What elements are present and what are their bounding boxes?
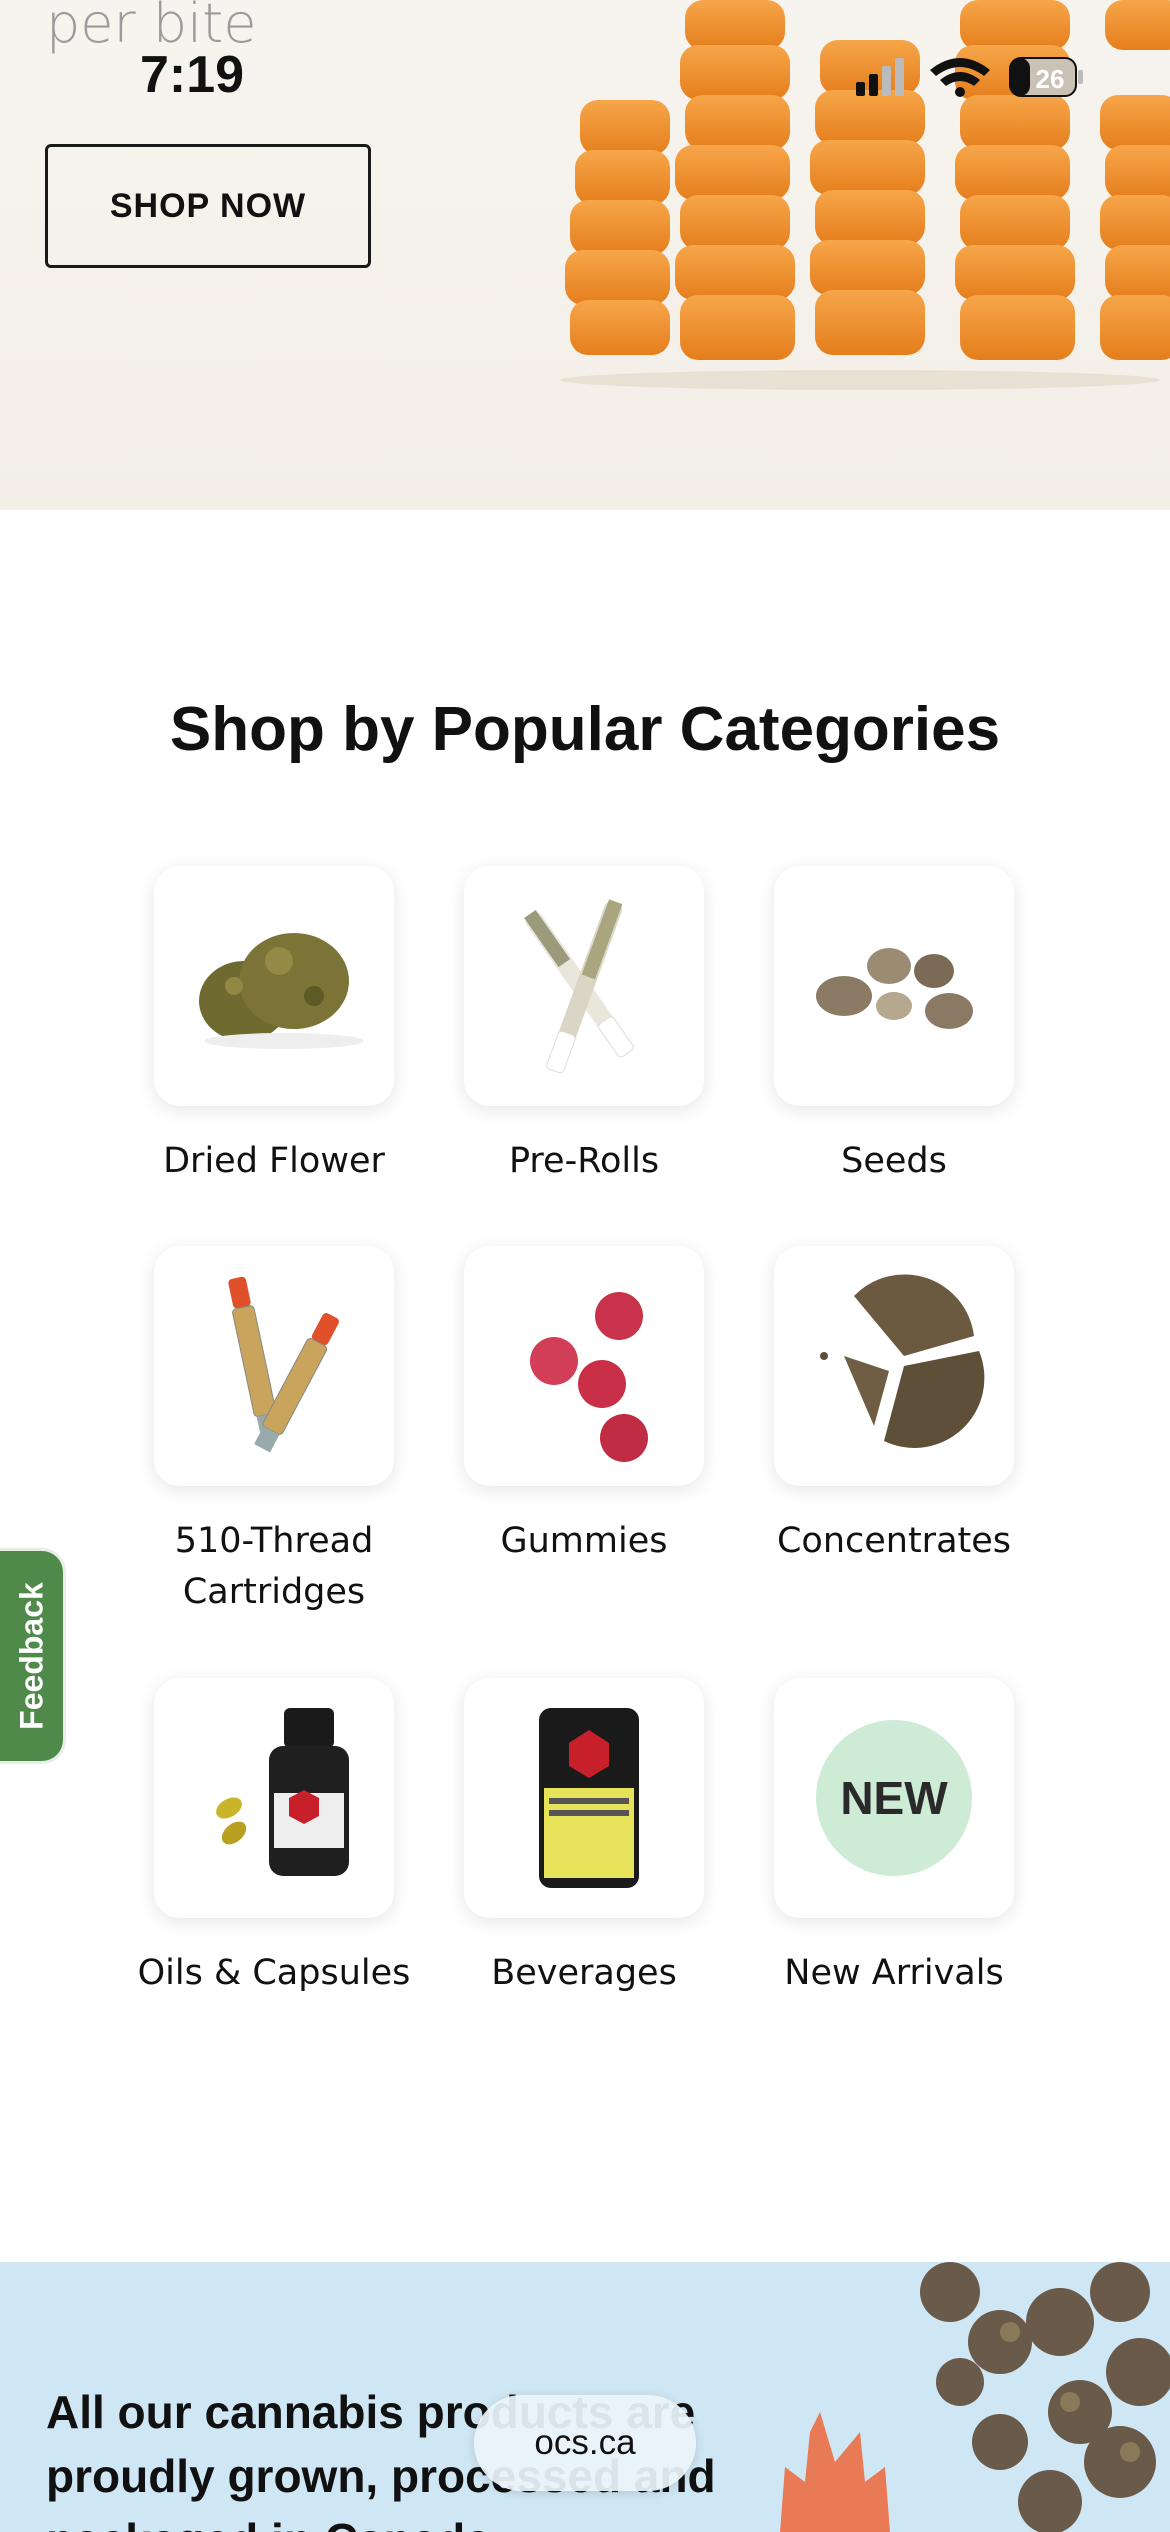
category-new-arrivals[interactable]: NEW New Arrivals xyxy=(744,1678,1044,1999)
category-label: Seeds xyxy=(841,1141,947,1181)
status-icons: 26 xyxy=(856,57,1083,97)
category-label: Pre-Rolls xyxy=(508,1141,660,1181)
battery-icon: 26 xyxy=(1009,57,1083,97)
category-gummies[interactable]: Gummies xyxy=(434,1246,734,1567)
category-beverages[interactable]: Beverages xyxy=(434,1678,734,1999)
svg-text:26: 26 xyxy=(1036,64,1065,94)
category-label: Oils & Capsules xyxy=(137,1953,411,1993)
dried-flower-image[interactable] xyxy=(154,866,394,1106)
signal-icon xyxy=(856,58,904,96)
category-pre-rolls[interactable]: Pre-Rolls xyxy=(434,866,734,1187)
concentrates-image[interactable] xyxy=(774,1246,1014,1486)
shop-now-button[interactable]: SHOP NOW xyxy=(45,144,371,268)
new-badge: NEW xyxy=(816,1720,972,1876)
category-label: Concentrates xyxy=(776,1521,1012,1561)
beverages-image[interactable] xyxy=(464,1678,704,1918)
category-label: Gummies xyxy=(500,1521,668,1561)
oils-capsules-image[interactable] xyxy=(154,1678,394,1918)
maple-leaf-and-flower-image xyxy=(780,2262,1170,2532)
new-arrivals-image[interactable]: NEW xyxy=(774,1678,1014,1918)
browser-url-bar[interactable]: ocs.ca xyxy=(474,2395,696,2491)
category-label: 510-Thread Cartridges xyxy=(174,1521,374,1612)
category-seeds[interactable]: Seeds xyxy=(744,866,1044,1187)
category-label: Beverages xyxy=(491,1953,677,1993)
category-dried-flower[interactable]: Dried Flower xyxy=(124,866,424,1187)
seeds-image[interactable] xyxy=(774,866,1014,1106)
cartridges-image[interactable] xyxy=(154,1246,394,1486)
category-concentrates[interactable]: Concentrates xyxy=(744,1246,1044,1567)
category-oils-capsules[interactable]: Oils & Capsules xyxy=(124,1678,424,1999)
pre-rolls-image[interactable] xyxy=(464,866,704,1106)
gummies-image[interactable] xyxy=(464,1246,704,1486)
section-title: Shop by Popular Categories xyxy=(169,695,1001,764)
wifi-icon xyxy=(930,58,990,97)
category-label: New Arrivals xyxy=(784,1953,1004,1993)
category-label: Dried Flower xyxy=(163,1141,385,1181)
status-time: 7:19 xyxy=(140,46,245,104)
feedback-tab[interactable]: Feedback xyxy=(0,1548,66,1764)
category-cartridges[interactable]: 510-Thread Cartridges xyxy=(124,1246,424,1618)
